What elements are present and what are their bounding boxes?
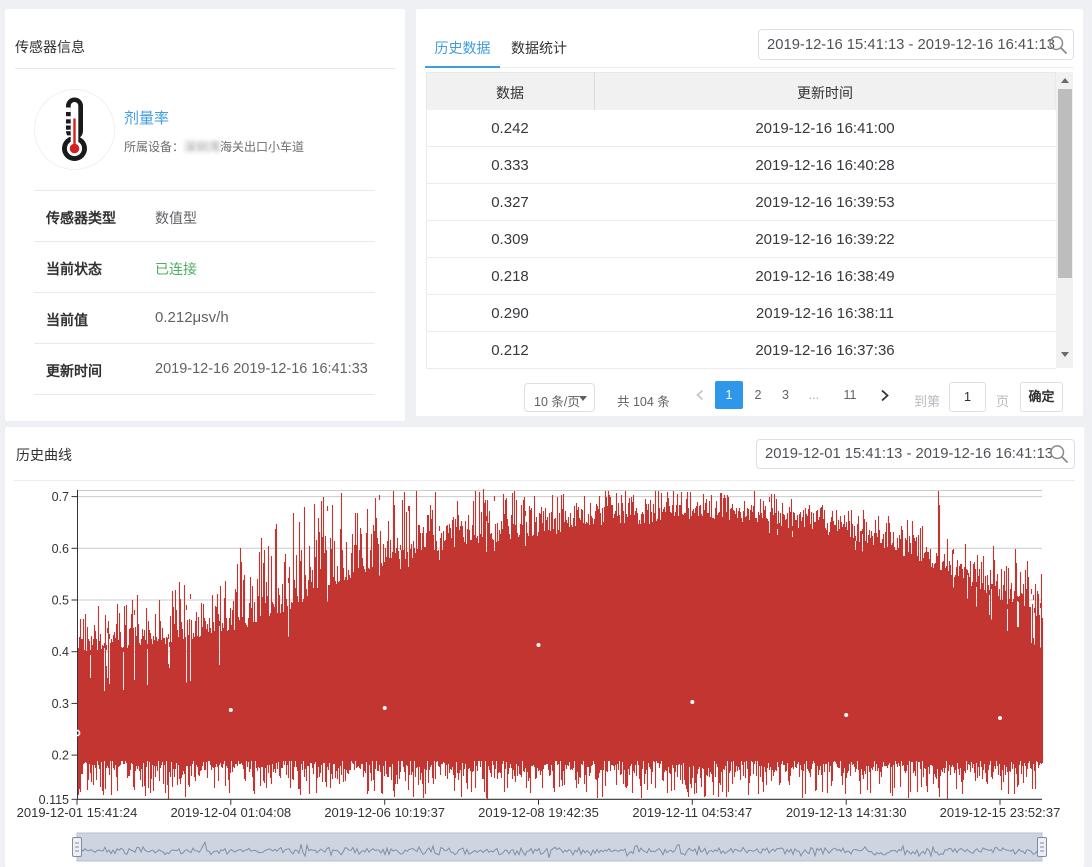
svg-text:2019-12-06 10:19:37: 2019-12-06 10:19:37 <box>324 805 445 820</box>
svg-text:0.2: 0.2 <box>52 749 69 763</box>
svg-text:2019-12-11 04:53:47: 2019-12-11 04:53:47 <box>632 805 752 820</box>
svg-text:2019-12-13 14:31:30: 2019-12-13 14:31:30 <box>786 805 907 820</box>
svg-text:2019-12-15 23:52:37: 2019-12-15 23:52:37 <box>940 805 1061 820</box>
svg-text:0.6: 0.6 <box>52 542 69 556</box>
svg-text:0.7: 0.7 <box>52 490 69 504</box>
svg-text:0.3: 0.3 <box>52 697 69 711</box>
svg-text:2019-12-04 01:04:08: 2019-12-04 01:04:08 <box>170 805 291 820</box>
svg-text:2019-12-01 15:41:24: 2019-12-01 15:41:24 <box>17 805 138 820</box>
svg-text:2019-12-08 19:42:35: 2019-12-08 19:42:35 <box>478 805 599 820</box>
svg-text:0.5: 0.5 <box>52 594 69 608</box>
svg-text:0.4: 0.4 <box>52 645 69 659</box>
